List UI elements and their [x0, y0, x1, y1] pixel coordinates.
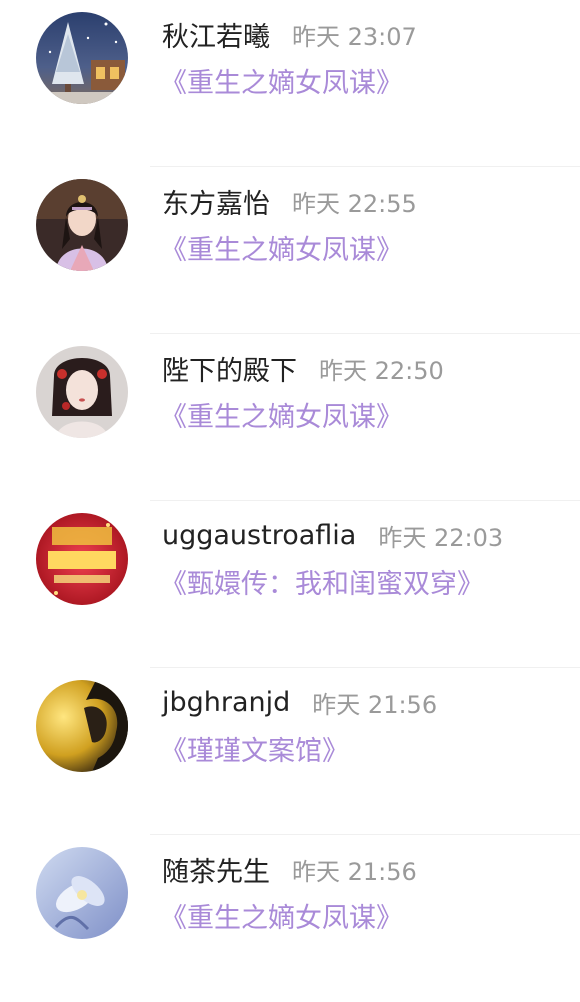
- comment-list: 秋江若曦 昨天 23:07 《重生之嫡女凤谋》 东方嘉怡 昨天 22:55 《重…: [0, 0, 580, 966]
- user-name[interactable]: jbghranjd: [162, 687, 290, 718]
- avatar[interactable]: [36, 12, 128, 104]
- list-item[interactable]: uggaustroaflia 昨天 22:03 《甄嬛传：我和闺蜜双穿》: [0, 501, 580, 668]
- book-title-link[interactable]: 《重生之嫡女凤谋》: [160, 896, 403, 935]
- user-name[interactable]: 东方嘉怡: [162, 182, 270, 221]
- avatar[interactable]: [36, 847, 128, 939]
- boy-silhouette-golden-light-avatar: [36, 680, 128, 772]
- hanfu-girl-avatar: [36, 179, 128, 271]
- list-item[interactable]: 东方嘉怡 昨天 22:55 《重生之嫡女凤谋》: [0, 167, 580, 334]
- book-title-link[interactable]: 《重生之嫡女凤谋》: [160, 61, 403, 100]
- timestamp: 昨天 22:50: [319, 356, 444, 385]
- list-item[interactable]: 陛下的殿下 昨天 22:50 《重生之嫡女凤谋》: [0, 334, 580, 501]
- user-name[interactable]: 陛下的殿下: [162, 349, 297, 388]
- girl-with-red-hair-ornaments-avatar: [36, 346, 128, 438]
- avatar[interactable]: [36, 346, 128, 438]
- list-item[interactable]: jbghranjd 昨天 21:56 《瑾瑾文案馆》: [0, 668, 580, 835]
- timestamp: 昨天 22:55: [292, 189, 417, 218]
- list-item[interactable]: 随茶先生 昨天 21:56 《重生之嫡女凤谋》: [0, 835, 580, 1002]
- timestamp: 昨天 22:03: [378, 523, 504, 552]
- avatar[interactable]: [36, 680, 128, 772]
- user-name[interactable]: 秋江若曦: [162, 15, 270, 54]
- red-2014-greeting-card-avatar: [36, 513, 128, 605]
- blue-flowers-avatar: [36, 847, 128, 939]
- avatar[interactable]: [36, 179, 128, 271]
- book-title-link[interactable]: 《瑾瑾文案馆》: [160, 729, 349, 768]
- avatar[interactable]: [36, 513, 128, 605]
- book-title-link[interactable]: 《重生之嫡女凤谋》: [160, 228, 403, 267]
- timestamp: 昨天 21:56: [312, 690, 438, 719]
- timestamp: 昨天 23:07: [292, 22, 417, 51]
- user-name[interactable]: 随茶先生: [162, 850, 270, 889]
- user-name[interactable]: uggaustroaflia: [162, 520, 356, 551]
- book-title-link[interactable]: 《重生之嫡女凤谋》: [160, 395, 403, 434]
- list-item[interactable]: 秋江若曦 昨天 23:07 《重生之嫡女凤谋》: [0, 0, 580, 167]
- winter-snow-christmas-tree-avatar: [36, 12, 128, 104]
- timestamp: 昨天 21:56: [292, 857, 417, 886]
- book-title-link[interactable]: 《甄嬛传：我和闺蜜双穿》: [160, 562, 484, 601]
